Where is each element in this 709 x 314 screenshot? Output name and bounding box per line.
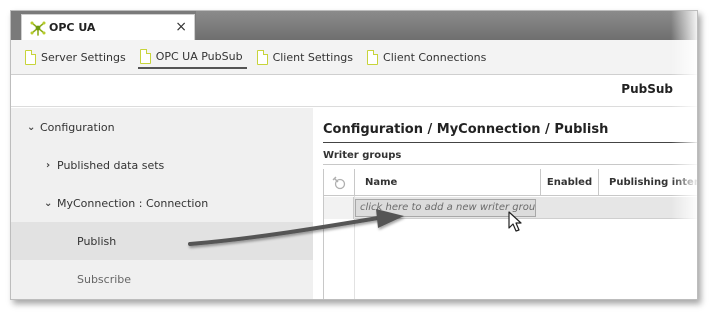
- column-header-publishing-interval[interactable]: Publishing interval: [598, 169, 697, 196]
- pin-icon[interactable]: [324, 169, 354, 196]
- app-tab-title: OPC UA: [49, 21, 96, 34]
- tree-node-label: MyConnection : Connection: [57, 196, 209, 210]
- tree-node-subscribe[interactable]: Subscribe: [11, 260, 313, 298]
- document-icon: [367, 49, 379, 65]
- document-icon: [256, 49, 268, 65]
- publish-content: Configuration / MyConnection / Publish W…: [323, 108, 697, 299]
- application-window: OPC UA × Server Settings OPC UA PubSub C…: [10, 10, 698, 300]
- column-header-enabled[interactable]: Enabled: [540, 169, 598, 196]
- tab-server-settings[interactable]: Server Settings: [23, 45, 130, 69]
- tree-node-published-data-sets[interactable]: › Published data sets: [11, 146, 313, 184]
- tab-label: OPC UA PubSub: [155, 49, 243, 63]
- page-title: PubSub: [621, 82, 673, 96]
- page-header: PubSub: [11, 75, 697, 107]
- writer-groups-grid: Name Enabled Publishing interval click h…: [323, 169, 697, 299]
- divider: [323, 142, 697, 143]
- configuration-tree: ⌄ Configuration › Published data sets ⌄ …: [11, 108, 313, 299]
- grid-header: Name Enabled Publishing interval: [324, 169, 697, 196]
- section-title: Writer groups: [323, 150, 402, 161]
- tree-node-publish[interactable]: Publish: [11, 222, 313, 260]
- settings-toolbar: Server Settings OPC UA PubSub Client Set…: [11, 40, 697, 75]
- tab-client-settings[interactable]: Client Settings: [255, 45, 357, 69]
- close-icon[interactable]: ×: [175, 19, 187, 35]
- tree-node-configuration[interactable]: ⌄ Configuration: [11, 108, 313, 146]
- tree-node-label: Publish: [77, 234, 117, 248]
- title-tab-bar: OPC UA ×: [11, 11, 697, 40]
- tab-label: Server Settings: [41, 50, 126, 64]
- document-icon: [139, 48, 151, 64]
- tab-label: Client Connections: [383, 50, 487, 64]
- mouse-cursor-icon: [508, 211, 522, 232]
- divider: [323, 164, 697, 165]
- tab-client-connections[interactable]: Client Connections: [365, 45, 490, 69]
- tree-node-label: Subscribe: [77, 272, 132, 286]
- tree-node-label: Configuration: [40, 120, 115, 134]
- tree-node-label: Published data sets: [57, 158, 165, 172]
- tab-opc-ua-pubsub[interactable]: OPC UA PubSub: [137, 45, 247, 69]
- document-icon: [25, 49, 36, 65]
- breadcrumb: Configuration / MyConnection / Publish: [323, 122, 609, 137]
- column-header-name[interactable]: Name: [354, 169, 540, 196]
- tree-node-myconnection[interactable]: ⌄ MyConnection : Connection: [11, 184, 313, 222]
- tab-label: Client Settings: [272, 50, 354, 64]
- opc-ua-tab[interactable]: OPC UA ×: [21, 14, 195, 40]
- chevron-down-icon[interactable]: ⌄: [27, 122, 35, 133]
- chevron-down-icon[interactable]: ⌄: [44, 198, 52, 209]
- chevron-right-icon[interactable]: ›: [44, 160, 52, 171]
- opc-ua-logo-icon: [30, 20, 46, 36]
